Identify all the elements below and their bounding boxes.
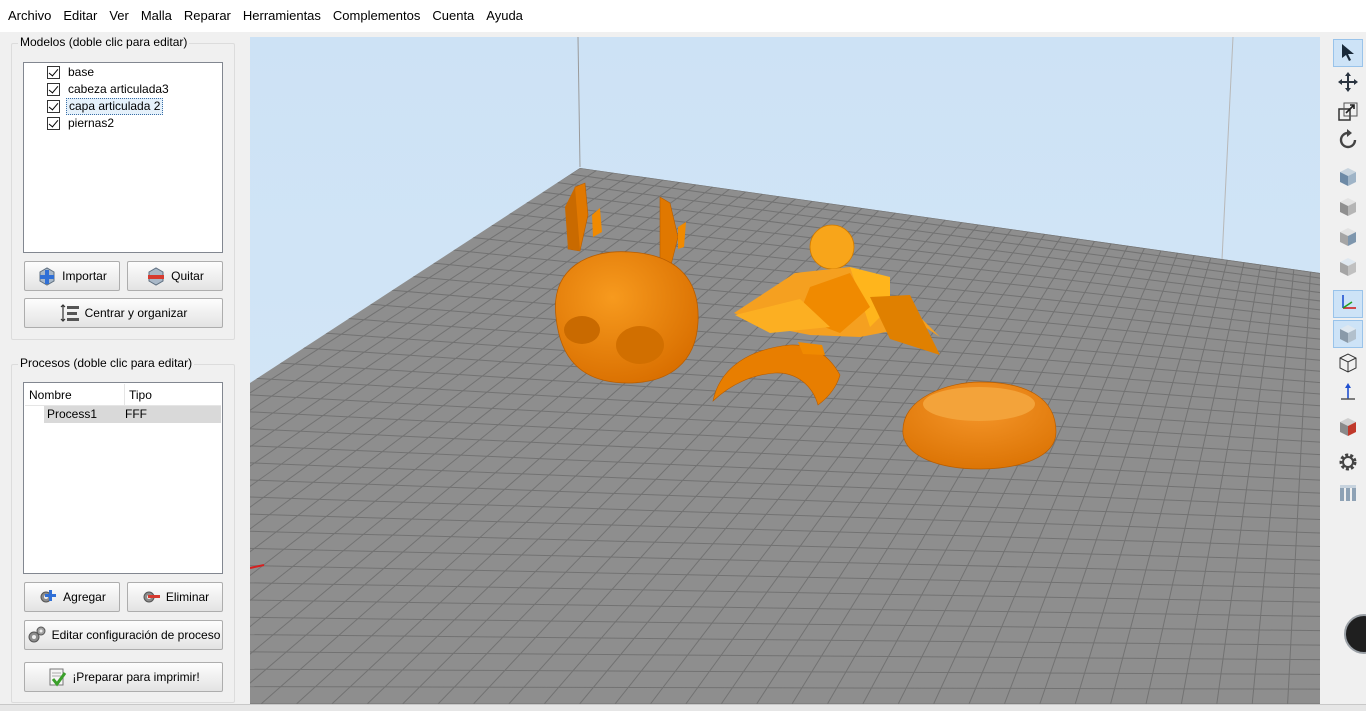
process-group-title: Procesos (doble clic para editar) — [18, 356, 195, 370]
center-arrange-label: Centrar y organizar — [84, 306, 188, 320]
normals-icon — [1338, 382, 1358, 405]
checklist-icon — [47, 667, 67, 687]
model-checkbox[interactable] — [47, 100, 60, 113]
process-table-header: Nombre Tipo — [25, 384, 221, 406]
select-icon — [1338, 42, 1358, 65]
settings-gear-icon — [1337, 451, 1359, 476]
menu-editar[interactable]: Editar — [57, 0, 103, 32]
process-group: Procesos (doble clic para editar) Nombre… — [11, 356, 235, 703]
column-header-tipo[interactable]: Tipo — [125, 384, 221, 406]
right-toolbar — [1330, 37, 1366, 711]
add-process-label: Agregar — [63, 590, 106, 604]
prepare-to-print-button[interactable]: ¡Preparar para imprimir! — [24, 662, 223, 692]
models-list[interactable]: base cabeza articulada3 capa articulada … — [23, 62, 223, 253]
model-label: piernas2 — [68, 116, 115, 130]
view-top-button[interactable] — [1333, 253, 1363, 281]
prepare-to-print-label: ¡Preparar para imprimir! — [72, 670, 200, 684]
axes-icon — [1338, 293, 1358, 316]
remove-button[interactable]: Quitar — [127, 261, 223, 291]
cross-section-icon — [1338, 417, 1358, 437]
table-row[interactable]: Process1 FFF — [44, 406, 221, 423]
rotate-tool-button[interactable] — [1333, 127, 1363, 155]
center-arrange-button[interactable]: Centrar y organizar — [24, 298, 223, 328]
layers-button[interactable] — [1333, 480, 1363, 508]
move-tool-button[interactable] — [1333, 69, 1363, 97]
3d-viewport[interactable] — [250, 37, 1320, 704]
menu-bar: Archivo Editar Ver Malla Reparar Herrami… — [0, 0, 1366, 32]
model-label-selected: capa articulada 2 — [66, 98, 164, 115]
solid-view-icon — [1338, 324, 1358, 344]
menu-ayuda[interactable]: Ayuda — [480, 0, 529, 32]
settings-button[interactable] — [1333, 449, 1363, 477]
cross-section-button[interactable] — [1333, 413, 1363, 441]
model-checkbox[interactable] — [47, 83, 60, 96]
rotate-icon — [1337, 128, 1359, 154]
move-icon — [1337, 71, 1359, 96]
menu-cuenta[interactable]: Cuenta — [426, 0, 480, 32]
view-side-button[interactable] — [1333, 223, 1363, 251]
gears-icon — [27, 625, 47, 645]
models-group: Modelos (doble clic para editar) base ca… — [11, 35, 235, 340]
column-header-nombre[interactable]: Nombre — [25, 384, 125, 406]
edit-process-settings-button[interactable]: Editar configuración de proceso — [24, 620, 223, 650]
wireframe-view-icon — [1338, 353, 1358, 373]
add-gears-icon — [38, 587, 58, 607]
menu-archivo[interactable]: Archivo — [2, 0, 57, 32]
edit-process-settings-label: Editar configuración de proceso — [51, 628, 221, 642]
import-label: Importar — [62, 269, 107, 283]
view-iso-icon — [1338, 167, 1358, 187]
view-front-button[interactable] — [1333, 193, 1363, 221]
models-group-title: Modelos (doble clic para editar) — [18, 35, 190, 49]
process-type-cell: FFF — [125, 407, 147, 421]
layers-icon — [1338, 483, 1358, 506]
model-item-capa[interactable]: capa articulada 2 — [47, 98, 164, 115]
build-plate-scene — [250, 37, 1320, 704]
status-strip — [0, 704, 1366, 711]
menu-herramientas[interactable]: Herramientas — [237, 0, 327, 32]
scale-tool-button[interactable] — [1333, 98, 1363, 126]
left-panel: Modelos (doble clic para editar) base ca… — [0, 32, 246, 711]
process-table[interactable]: Nombre Tipo Process1 FFF — [23, 382, 223, 574]
model-item-piernas[interactable]: piernas2 — [47, 115, 116, 132]
delete-process-label: Eliminar — [165, 590, 210, 604]
scale-icon — [1337, 100, 1359, 125]
solid-view-button[interactable] — [1333, 320, 1363, 348]
import-cube-plus-icon — [37, 266, 57, 286]
menu-complementos[interactable]: Complementos — [327, 0, 426, 32]
wireframe-view-button[interactable] — [1333, 349, 1363, 377]
menu-malla[interactable]: Malla — [135, 0, 178, 32]
axes-toggle-button[interactable] — [1333, 290, 1363, 318]
model-item-base[interactable]: base — [47, 64, 96, 81]
remove-label: Quitar — [171, 269, 204, 283]
normals-button[interactable] — [1333, 379, 1363, 407]
model-label: base — [68, 65, 95, 79]
menu-reparar[interactable]: Reparar — [178, 0, 237, 32]
menu-ver[interactable]: Ver — [103, 0, 135, 32]
view-front-icon — [1338, 197, 1358, 217]
model-label: cabeza articulada3 — [68, 82, 169, 96]
import-button[interactable]: Importar — [24, 261, 120, 291]
view-side-icon — [1338, 227, 1358, 247]
add-process-button[interactable]: Agregar — [24, 582, 120, 612]
remove-cube-minus-icon — [146, 266, 166, 286]
model-checkbox[interactable] — [47, 117, 60, 130]
arrange-icon — [60, 303, 80, 323]
model-item-cabeza[interactable]: cabeza articulada3 — [47, 81, 171, 98]
process-name-cell: Process1 — [47, 407, 98, 421]
delete-process-button[interactable]: Eliminar — [127, 582, 223, 612]
select-tool-button[interactable] — [1333, 39, 1363, 67]
model-checkbox[interactable] — [47, 66, 60, 79]
view-iso-button[interactable] — [1333, 163, 1363, 191]
delete-gears-icon — [141, 587, 161, 607]
view-top-icon — [1338, 257, 1358, 277]
